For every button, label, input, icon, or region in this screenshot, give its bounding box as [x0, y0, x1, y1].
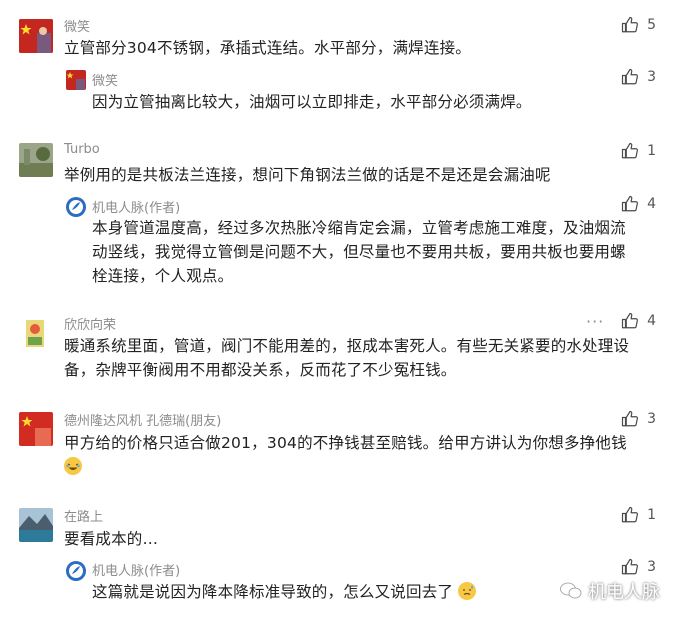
- avatar[interactable]: [66, 197, 86, 217]
- like-count: 3: [647, 559, 656, 575]
- like-count: 1: [647, 143, 656, 159]
- flag-avatar-icon: [19, 412, 53, 446]
- thumbs-up-icon: [621, 195, 639, 212]
- reply-text: 因为立管抽离比较大，油烟可以立即排走，水平部分必须满焊。: [92, 93, 532, 111]
- like-button[interactable]: 3: [621, 558, 656, 576]
- reply-text-content: 这篇就是说因为降本降标准导致的，怎么又说回去了: [92, 583, 454, 601]
- comment-author[interactable]: 微笑: [64, 16, 90, 35]
- comment-author[interactable]: Turbo: [64, 142, 100, 157]
- flag-avatar-icon: [19, 19, 53, 53]
- like-button[interactable]: 1: [621, 506, 656, 524]
- avatar[interactable]: [19, 508, 53, 542]
- like-button[interactable]: 4: [621, 195, 656, 213]
- comment-text-line: 备，杂牌平衡阀用不用都没关系，反而花了不少冤枉钱。: [64, 361, 457, 379]
- like-count: 3: [647, 69, 656, 85]
- comment-author[interactable]: 德州隆达风机 孔德瑞(朋友): [64, 410, 221, 429]
- landscape-avatar-icon: [19, 143, 53, 177]
- reply-author[interactable]: 机电人脉(作者): [92, 560, 180, 579]
- comment-text: 要看成本的…: [64, 530, 159, 548]
- thumbs-up-icon: [621, 558, 639, 575]
- comment-author[interactable]: 在路上: [64, 506, 103, 525]
- reply-text: 这篇就是说因为降本降标准导致的，怎么又说回去了: [92, 580, 477, 604]
- thumbs-up-icon: [621, 68, 639, 85]
- more-options-button[interactable]: ···: [586, 312, 604, 331]
- flag-avatar-icon: [66, 70, 86, 90]
- like-count: 1: [647, 507, 656, 523]
- avatar[interactable]: [66, 70, 86, 90]
- reply-author[interactable]: 机电人脉(作者): [92, 197, 180, 216]
- like-count: 4: [647, 313, 656, 329]
- watermark: 机电人脉: [560, 578, 660, 604]
- thumbs-up-icon: [621, 142, 639, 159]
- avatar[interactable]: [19, 19, 53, 53]
- like-button[interactable]: 4: [621, 312, 656, 330]
- flower-avatar-icon: [19, 317, 53, 351]
- reply-text-line: 本身管道温度高，经过多次热胀冷缩肯定会漏，立管考虑施工难度，及油烟流: [92, 219, 626, 237]
- thumbs-up-icon: [621, 16, 639, 33]
- comment-text-line: 暖通系统里面，管道，阀门不能用差的，抠成本害死人。有些无关紧要的水处理设: [64, 337, 630, 355]
- comment-author[interactable]: 欣欣向荣: [64, 314, 116, 333]
- like-count: 3: [647, 411, 656, 427]
- thumbs-up-icon: [621, 506, 639, 523]
- avatar[interactable]: [66, 561, 86, 581]
- avatar[interactable]: [19, 317, 53, 351]
- thumbs-up-icon: [621, 312, 639, 329]
- logo-avatar-icon: [66, 561, 86, 581]
- like-button[interactable]: 3: [621, 410, 656, 428]
- sweat-emoji-icon: [458, 582, 477, 600]
- comment-text: 举例用的是共板法兰连接，想问下角钢法兰做的话是不是还是会漏油呢: [64, 166, 551, 184]
- like-count: 5: [647, 17, 656, 33]
- wechat-icon: [560, 582, 582, 599]
- avatar[interactable]: [19, 412, 53, 446]
- reply-author[interactable]: 微笑: [92, 70, 118, 89]
- like-button[interactable]: 3: [621, 68, 656, 86]
- comment-text: 立管部分304不锈钢，承插式连结。水平部分，满焊连接。: [64, 39, 471, 57]
- comment-text: 甲方给的价格只适合做201，304的不挣钱甚至赔钱。给甲方讲认为你想多挣他钱: [64, 434, 627, 452]
- reply-text-line: 动竖线，我觉得立管倒是问题不大，但尽量也不要用共板，要用共板也要用螺: [92, 243, 626, 261]
- logo-avatar-icon: [66, 197, 86, 217]
- watermark-text: 机电人脉: [588, 582, 660, 603]
- like-button[interactable]: 5: [621, 16, 656, 34]
- like-count: 4: [647, 196, 656, 212]
- lake-avatar-icon: [19, 508, 53, 542]
- laughing-emoji-icon: [64, 457, 82, 475]
- thumbs-up-icon: [621, 410, 639, 427]
- avatar[interactable]: [19, 143, 53, 177]
- like-button[interactable]: 1: [621, 142, 656, 160]
- reply-text-line: 栓连接，个人观点。: [92, 267, 234, 285]
